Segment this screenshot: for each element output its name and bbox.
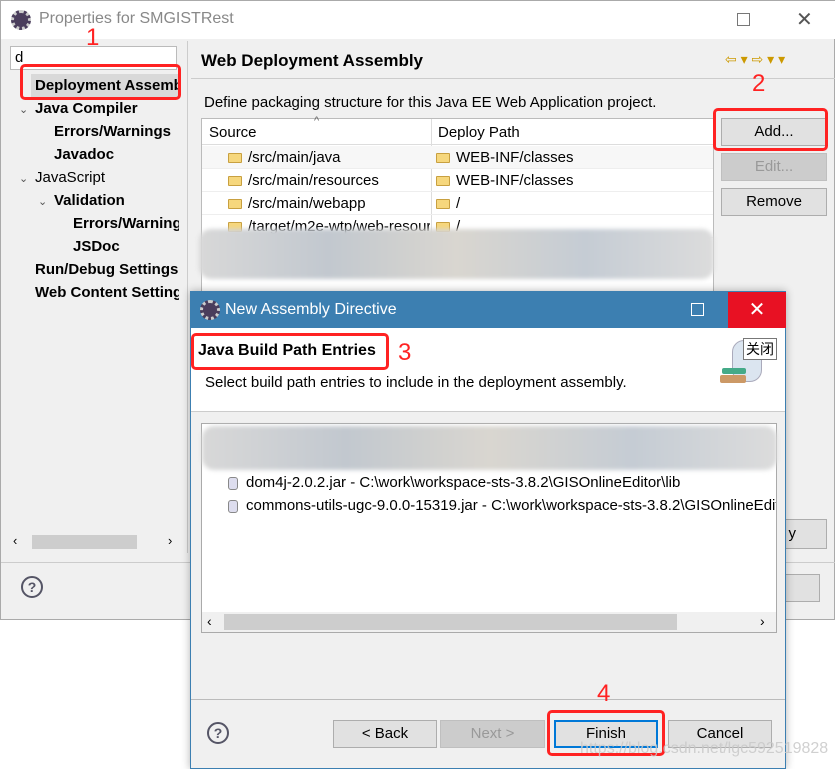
- tree-item-jsdoc[interactable]: JSDoc: [73, 238, 179, 255]
- tree-item-javadoc[interactable]: Javadoc: [54, 146, 179, 163]
- separator: [191, 699, 785, 700]
- annotation-number: 4: [597, 680, 611, 707]
- help-icon[interactable]: ?: [21, 576, 43, 598]
- annotation-number: 2: [752, 70, 766, 97]
- chevron-down-icon[interactable]: ⌄: [19, 172, 28, 185]
- scrollbar-thumb[interactable]: [32, 535, 137, 549]
- tree-item-js-errors-warnings[interactable]: Errors/Warnings: [73, 215, 179, 232]
- list-item[interactable]: commons-utils-ugc-9.0.0-15319.jar - C:\w…: [228, 497, 776, 514]
- sort-ascending-icon: ^: [314, 115, 320, 127]
- watermark: https://blog.csdn.net/lgc592519828: [580, 740, 829, 757]
- source-cell: /src/main/webapp: [248, 195, 366, 212]
- annotation-box-1: [20, 64, 181, 100]
- next-button[interactable]: Next >: [440, 720, 545, 748]
- folder-icon: [436, 199, 450, 210]
- column-header-source[interactable]: Source: [209, 124, 257, 141]
- maximize-button[interactable]: [737, 13, 750, 26]
- tree-item-java-compiler[interactable]: Java Compiler: [35, 100, 179, 117]
- annotation-box-3: [191, 333, 389, 370]
- folder-icon: [436, 153, 450, 164]
- annotation-box-2: [713, 108, 828, 151]
- eclipse-icon: [11, 10, 31, 30]
- blurred-region: [199, 229, 714, 279]
- jar-icon: [228, 499, 238, 513]
- title-bar: Properties for SMGISTRest ✕: [1, 1, 835, 39]
- entry-label: commons-utils-ugc-9.0.0-15319.jar - C:\w…: [246, 497, 776, 514]
- chevron-down-icon[interactable]: ⌄: [19, 103, 28, 116]
- dialog-title: New Assembly Directive: [225, 301, 397, 318]
- separator: [191, 78, 835, 79]
- list-item[interactable]: dom4j-2.0.2.jar - C:\work\workspace-sts-…: [228, 474, 680, 491]
- pane-divider: [187, 41, 188, 553]
- entry-label: dom4j-2.0.2.jar - C:\work\workspace-sts-…: [246, 474, 681, 491]
- page-title: Web Deployment Assembly: [201, 51, 424, 70]
- folder-icon: [228, 199, 242, 210]
- table-row[interactable]: /src/main/java WEB-INF/classes: [202, 146, 713, 169]
- tree-item-validation[interactable]: Validation: [54, 192, 179, 209]
- close-button[interactable]: ✕: [796, 7, 813, 32]
- deploy-cell: WEB-INF/classes: [456, 172, 574, 189]
- scroll-right-icon[interactable]: ›: [760, 613, 765, 629]
- tree-item-javascript[interactable]: JavaScript: [35, 169, 179, 186]
- folder-icon: [228, 153, 242, 164]
- close-button[interactable]: ✕: [728, 292, 786, 328]
- page-description: Define packaging structure for this Java…: [204, 94, 657, 111]
- folder-icon: [436, 176, 450, 187]
- deploy-cell: /: [456, 195, 461, 212]
- scroll-left-icon[interactable]: ‹: [207, 613, 212, 629]
- annotation-number: 3: [398, 339, 412, 366]
- nav-back-icon[interactable]: ⇦ ▾ ⇨ ▾ ▾: [725, 51, 785, 68]
- tree-horizontal-scrollbar[interactable]: ‹ ›: [10, 533, 180, 551]
- tree-item-run-debug-settings[interactable]: Run/Debug Settings: [35, 261, 179, 278]
- scroll-right-icon[interactable]: ›: [168, 533, 172, 548]
- remove-button[interactable]: Remove: [721, 188, 827, 216]
- table-row[interactable]: /src/main/webapp /: [202, 192, 713, 215]
- deploy-cell: WEB-INF/classes: [456, 149, 574, 166]
- back-button[interactable]: < Back: [333, 720, 437, 748]
- blurred-region: [202, 426, 777, 470]
- source-cell: /src/main/resources: [248, 172, 379, 189]
- eclipse-icon: [200, 300, 220, 320]
- annotation-number: 1: [86, 24, 100, 51]
- jar-icon: [228, 476, 238, 490]
- dialog-title-bar: New Assembly Directive ✕: [191, 292, 786, 328]
- tree-item-errors-warnings[interactable]: Errors/Warnings: [54, 123, 179, 140]
- list-horizontal-scrollbar[interactable]: ‹ ›: [202, 612, 776, 632]
- help-icon[interactable]: ?: [207, 722, 229, 744]
- header-description: Select build path entries to include in …: [205, 374, 627, 391]
- window-title: Properties for SMGISTRest: [39, 10, 234, 27]
- column-header-deploy-path[interactable]: Deploy Path: [438, 124, 520, 141]
- edit-button[interactable]: Edit...: [721, 153, 827, 181]
- source-cell: /src/main/java: [248, 149, 341, 166]
- build-path-entries-list: dom4j-2.0.2.jar - C:\work\workspace-sts-…: [201, 423, 777, 633]
- folder-icon: [228, 176, 242, 187]
- maximize-button[interactable]: [691, 303, 704, 316]
- table-row[interactable]: /src/main/resources WEB-INF/classes: [202, 169, 713, 192]
- chevron-down-icon[interactable]: ⌄: [38, 195, 47, 208]
- scrollbar-thumb[interactable]: [224, 614, 677, 630]
- scroll-left-icon[interactable]: ‹: [13, 533, 17, 548]
- close-tooltip: 关闭: [743, 338, 777, 360]
- tree-item-web-content-settings[interactable]: Web Content Settings: [35, 284, 179, 301]
